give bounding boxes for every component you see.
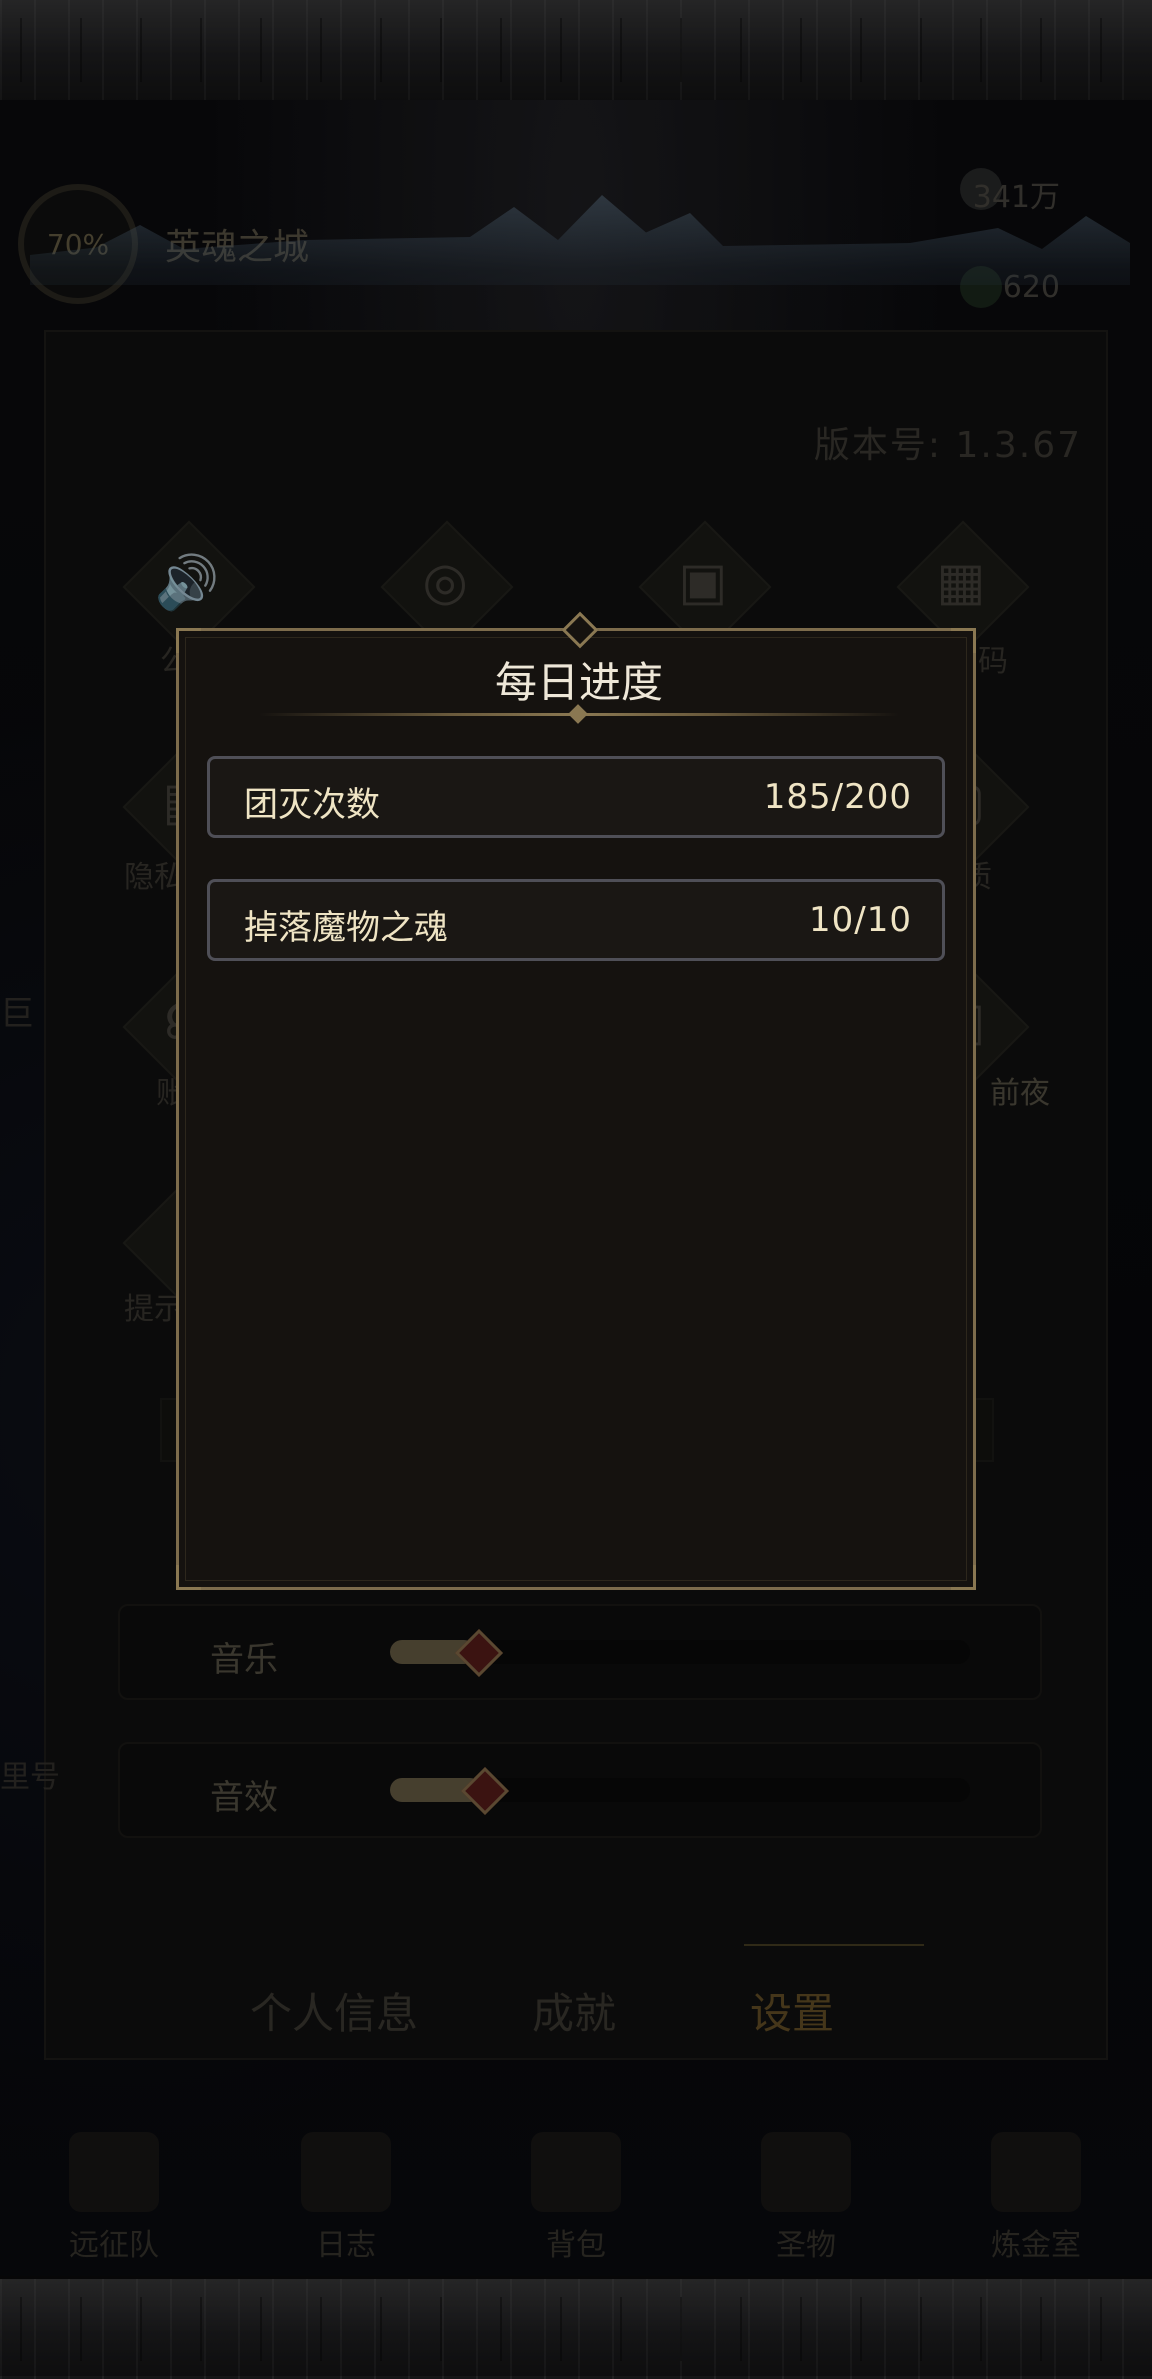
progress-value: 185/200: [763, 777, 912, 817]
progress-name: 团灭次数: [244, 785, 380, 825]
modal-corner: [951, 1565, 976, 1590]
progress-name: 掉落魔物之魂: [244, 908, 448, 948]
progress-row-team-wipes: 团灭次数 185/200: [207, 756, 945, 838]
daily-progress-modal: 每日进度 团灭次数 185/200 掉落魔物之魂 10/10: [176, 611, 976, 1590]
progress-value: 10/10: [809, 900, 912, 940]
modal-corner: [176, 1565, 201, 1590]
modal-title: 每日进度: [494, 658, 663, 707]
progress-row-soul-drops: 掉落魔物之魂 10/10: [207, 879, 945, 961]
